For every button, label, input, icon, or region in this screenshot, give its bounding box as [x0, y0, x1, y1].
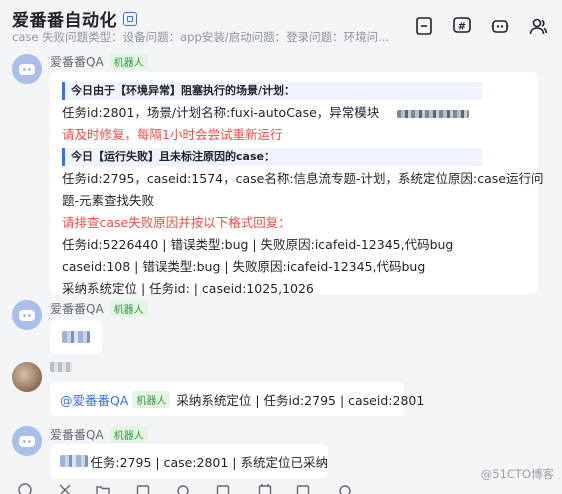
bot-avatar[interactable] [12, 426, 42, 456]
card-heading: 今日【运行失败】且未标注原因的case： [62, 148, 482, 166]
redacted-text [397, 109, 470, 118]
bot-tag: 机器人 [109, 300, 148, 317]
card-line: 题-元素查找失败 [62, 193, 155, 208]
doc-icon[interactable] [414, 16, 434, 36]
message-bubble [50, 320, 102, 354]
group-description: case 失败问题类型：设备问题：app安装/启动问题：登录问题：环境问... [12, 30, 390, 44]
message-text: 任务:2795 | case:2801 | 系统定位已采纳 [90, 454, 328, 470]
at-icon[interactable] [176, 482, 190, 494]
members-icon[interactable] [528, 16, 548, 36]
message-sender: 爱番番QA 机器人 [50, 300, 148, 317]
bot-tag: 机器人 [132, 390, 171, 408]
sender-name: 爱番番QA [50, 55, 104, 69]
scissors-icon[interactable] [58, 482, 72, 494]
input-toolbar [0, 478, 562, 494]
image-icon[interactable] [136, 482, 150, 494]
bot-icon[interactable] [490, 16, 510, 36]
card-line: 请及时修复，每隔1小时会尝试重新运行 [62, 127, 283, 142]
bot-avatar[interactable] [12, 300, 42, 330]
redacted-mention [60, 455, 89, 467]
chat-header: 爱番番自动化 case 失败问题类型：设备问题：app安装/启动问题：登录问题：… [0, 0, 562, 50]
bot-avatar[interactable] [12, 54, 42, 84]
user-avatar[interactable] [12, 362, 42, 392]
redacted-sender-name [50, 362, 72, 372]
card-heading: 今日由于【环境异常】阻塞执行的场景/计划： [62, 82, 482, 100]
group-title: 爱番番自动化 [12, 11, 117, 31]
topic-icon[interactable]: # [452, 16, 472, 36]
card-icon[interactable] [216, 482, 230, 494]
card-line: 任务id:5226440 | 错误类型:bug | 失败原因:icafeid-1… [62, 237, 454, 252]
card-line: 请排查case失败原因并按以下格式回复： [62, 215, 291, 230]
group-info-icon[interactable] [123, 11, 137, 26]
message-card: 今日由于【环境异常】阻塞执行的场景/计划： 任务id:2801，场景/计划名称:… [50, 72, 544, 296]
emoji-icon[interactable] [18, 482, 32, 494]
message-text: 采纳系统定位 | 任务id:2795 | caseid:2801 [176, 392, 425, 408]
bot-tag: 机器人 [109, 53, 148, 70]
folder-icon[interactable] [96, 482, 110, 494]
card-line: caseid:108 | 错误类型:bug | 失败原因:icafeid-123… [62, 259, 426, 274]
calendar-icon[interactable] [258, 482, 272, 494]
bot-tag: 机器人 [109, 426, 148, 443]
more-icon[interactable] [338, 482, 352, 494]
sender-name: 爱番番QA [50, 428, 104, 442]
task-icon[interactable] [296, 482, 310, 494]
card-line: 采纳系统定位 | 任务id: | caseid:1025,1026 [62, 281, 314, 296]
card-line: 任务id:2795，caseid:1574，case名称:信息流专题-计划，系统… [62, 171, 544, 186]
message-bubble: @爱番番QA 机器人 采纳系统定位 | 任务id:2795 | caseid:2… [50, 382, 424, 416]
mention-link[interactable]: @爱番番QA [60, 390, 128, 409]
card-line: 任务id:2801，场景/计划名称:fuxi-autoCase，异常模块 [62, 102, 526, 124]
svg-text:#: # [458, 22, 466, 33]
message-sender: 爱番番QA 机器人 [50, 53, 148, 70]
message-bubble: 任务:2795 | case:2801 | 系统定位已采纳 [50, 444, 328, 478]
watermark: @51CTO博客 [480, 467, 554, 481]
redacted-text [62, 331, 90, 343]
message-sender: 爱番番QA 机器人 [50, 426, 148, 443]
sender-name: 爱番番QA [50, 302, 104, 316]
